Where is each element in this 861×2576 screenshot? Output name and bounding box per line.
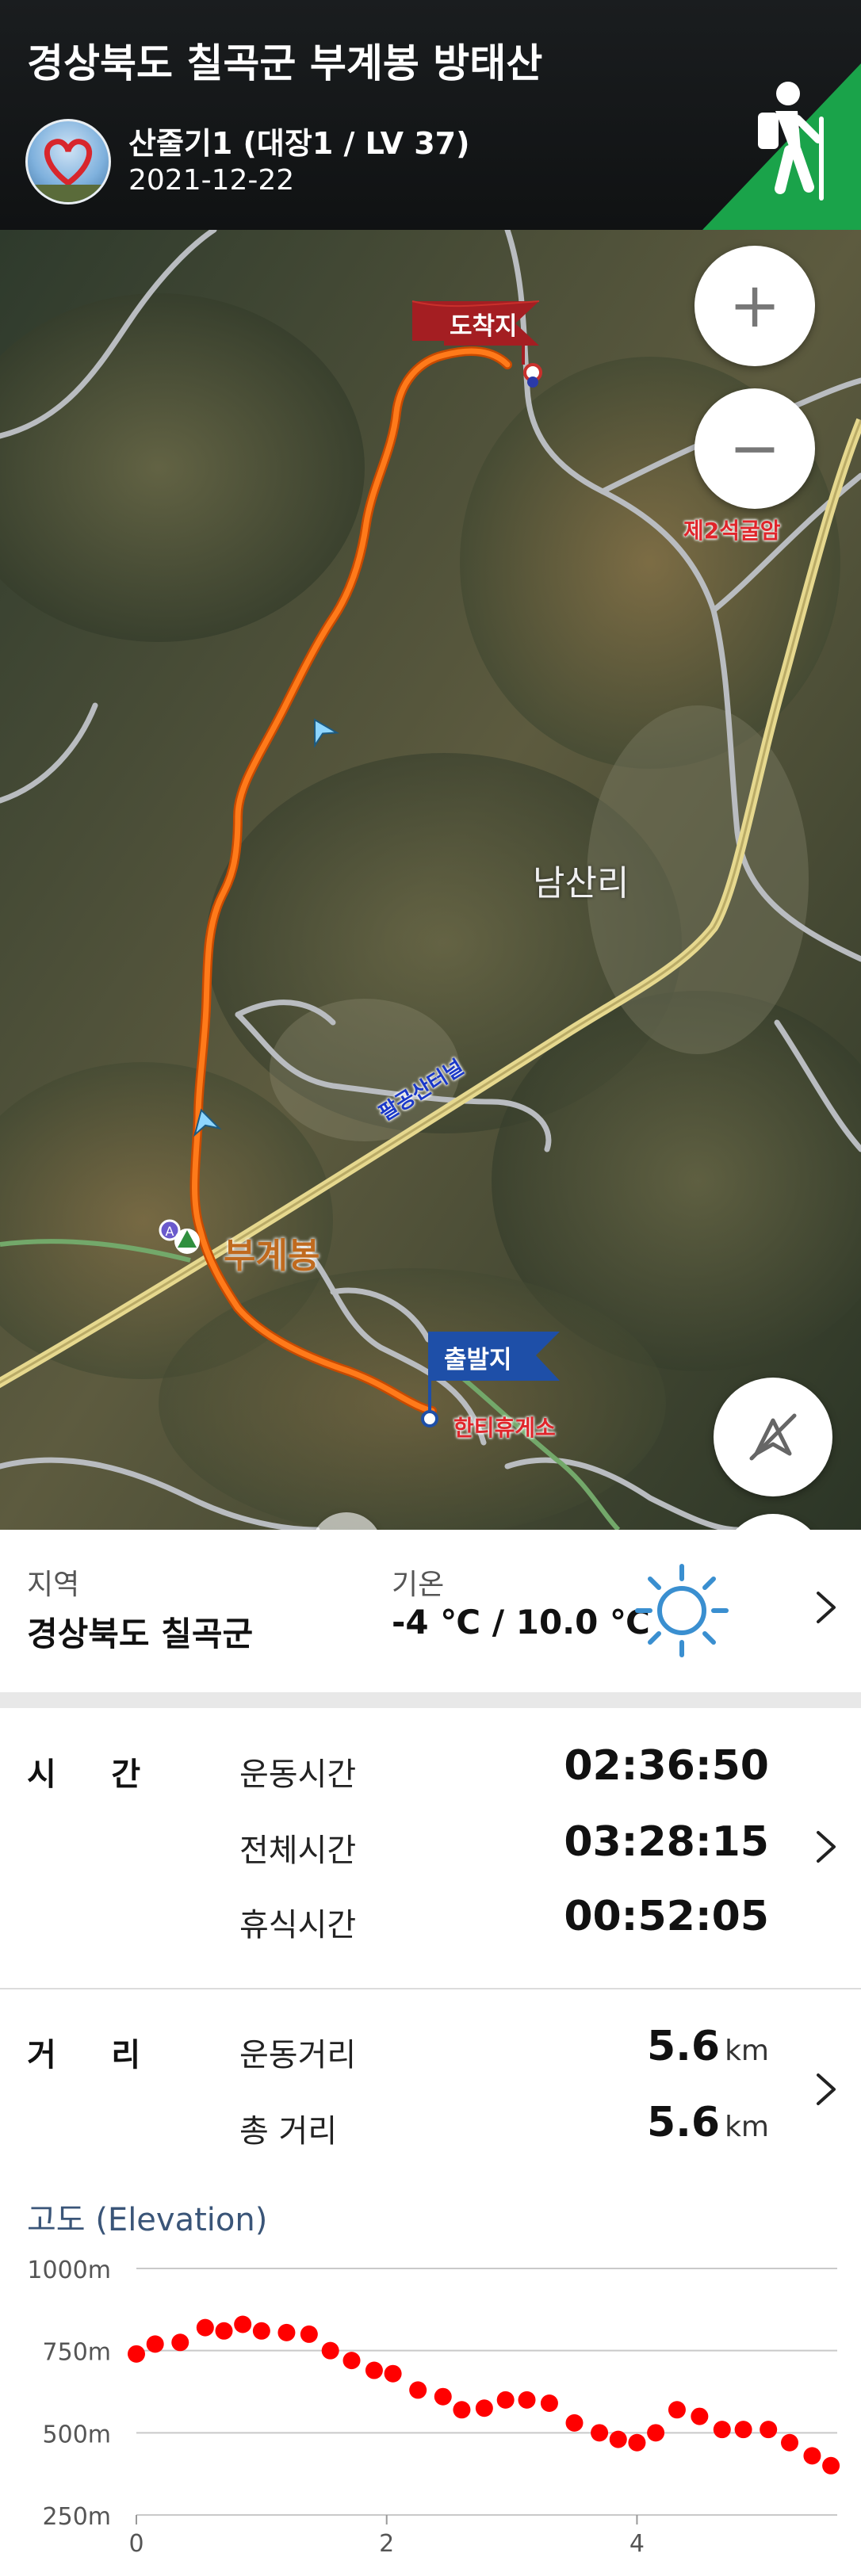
rest-time-value: 00:52:05 [564, 1893, 769, 1940]
temperature-label: 기온 [392, 1569, 445, 1601]
elevation-point [496, 2391, 515, 2409]
total-time-label: 전체시간 [239, 1833, 357, 1869]
elevation-point [234, 2315, 252, 2333]
elevation-point [518, 2391, 536, 2409]
elevation-point [734, 2421, 752, 2439]
time-header: 시 간 [27, 1756, 141, 1793]
elevation-point [196, 2318, 214, 2337]
temperature-value: -4 ℃ / 10.0 ℃ [392, 1603, 650, 1642]
x-tick-label: 4 [629, 2530, 645, 2558]
moving-time-label: 운동시간 [239, 1756, 357, 1793]
total-distance-value: 5.6 km [646, 2099, 769, 2146]
moving-distance-label: 운동거리 [239, 2037, 357, 2073]
end-flag-label: 도착지 [450, 312, 518, 341]
x-tick-label: 2 [379, 2530, 394, 2558]
zoom-in-button[interactable]: + [695, 246, 815, 366]
plus-icon: + [729, 270, 781, 342]
total-time-value: 03:28:15 [564, 1818, 769, 1866]
zoom-out-button[interactable]: − [695, 388, 815, 509]
region-label: 지역 [27, 1569, 80, 1601]
x-tick-label: 0 [128, 2530, 144, 2558]
hike-date: 2021-12-22 [128, 164, 295, 197]
poi-rock-label[interactable]: 제2석굴암 [683, 514, 781, 545]
elevation-point [781, 2433, 799, 2452]
svg-text:A: A [166, 1224, 174, 1239]
user-name[interactable]: 산줄기1 (대장1 / LV 37) [128, 119, 469, 162]
elevation-point [822, 2456, 840, 2475]
sun-icon [635, 1564, 729, 1657]
compass-off-icon [749, 1413, 797, 1461]
elevation-point [128, 2345, 145, 2363]
elevation-point [453, 2401, 471, 2419]
elevation-point [300, 2325, 318, 2343]
peak-label[interactable]: 부계봉 [224, 1227, 320, 1278]
minus-icon: − [729, 413, 781, 484]
chevron-right-icon[interactable] [807, 1828, 845, 1866]
rest-time-label: 휴식시간 [239, 1907, 357, 1943]
elevation-point [171, 2333, 189, 2352]
elevation-chart[interactable]: 1000m 750m 500m 250m 0 2 4 [0, 2243, 861, 2576]
chevron-right-icon[interactable] [807, 1588, 845, 1626]
elevation-point [475, 2399, 493, 2417]
elevation-point [365, 2361, 383, 2379]
y-tick-label: 500m [43, 2421, 111, 2448]
elevation-point [668, 2401, 686, 2419]
elevation-point [609, 2430, 627, 2448]
moving-distance-value: 5.6 km [646, 2023, 769, 2070]
elevation-point [760, 2421, 778, 2439]
total-distance-label: 총 거리 [239, 2113, 338, 2150]
elevation-point [252, 2322, 270, 2340]
divider [0, 1988, 861, 1989]
elevation-point [409, 2381, 427, 2399]
elevation-point [277, 2323, 296, 2341]
avatar[interactable] [25, 119, 111, 204]
elevation-point [691, 2407, 709, 2425]
rest-area-label[interactable]: 한티휴게소 [453, 1411, 556, 1443]
elevation-point [628, 2433, 646, 2452]
chevron-right-icon[interactable] [807, 2070, 845, 2108]
y-tick-label: 250m [43, 2503, 111, 2531]
region-value: 경상북도 칠곡군 [27, 1615, 254, 1653]
section-divider [0, 1692, 861, 1708]
elevation-point [565, 2414, 584, 2432]
elevation-point [342, 2352, 361, 2370]
compass-button[interactable] [714, 1378, 832, 1496]
distance-header: 거 리 [27, 2037, 141, 2073]
weather-info-row[interactable]: 지역 경상북도 칠곡군 기온 -4 ℃ / 10.0 ℃ [0, 1530, 861, 1692]
elevation-point [647, 2424, 665, 2442]
start-flag-label: 출발지 [444, 1346, 512, 1374]
elevation-point [803, 2447, 821, 2465]
y-tick-label: 750m [43, 2339, 111, 2367]
elevation-point [321, 2341, 339, 2360]
village-label: 남산리 [533, 863, 629, 904]
page-title: 경상북도 칠곡군 부계봉 방태산 [27, 40, 543, 86]
moving-time-value: 02:36:50 [564, 1742, 769, 1790]
elevation-point [591, 2424, 609, 2442]
elevation-point [434, 2387, 452, 2406]
elevation-point [540, 2394, 558, 2413]
hiker-icon [702, 63, 861, 230]
elevation-point [215, 2322, 233, 2340]
elevation-point [713, 2421, 731, 2439]
route-map[interactable]: A 도착지 출발지 제2석굴암 남산리 팔공산터널 부계봉 한티휴게소 + − [0, 230, 861, 1530]
elevation-point [146, 2335, 164, 2353]
elevation-title: 고도 (Elevation) [27, 2202, 268, 2238]
header: 경상북도 칠곡군 부계봉 방태산 산줄기1 (대장1 / LV 37) 2021… [0, 0, 861, 230]
elevation-point [384, 2364, 402, 2383]
y-tick-label: 1000m [27, 2257, 111, 2284]
